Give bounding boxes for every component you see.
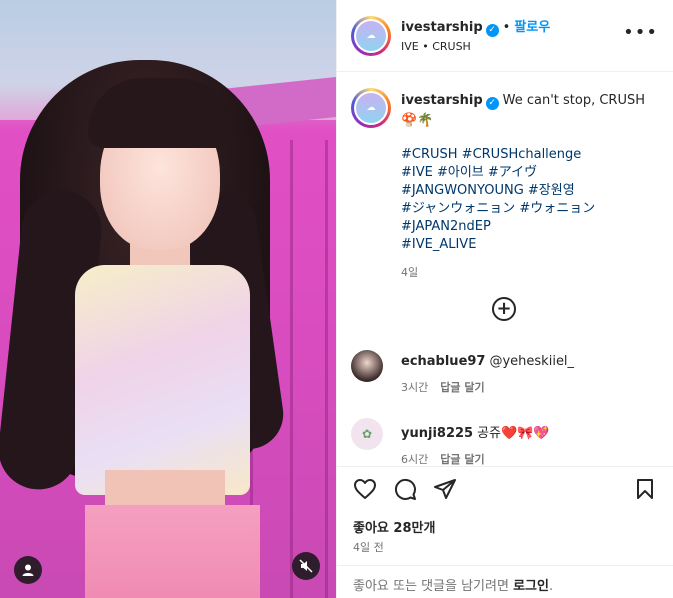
post-subtitle[interactable]: IVE • CRUSH [401,40,471,53]
person-icon [22,564,34,576]
share-button[interactable] [433,477,457,501]
post-media[interactable] [0,0,336,598]
author-avatar-image: ☁ [356,21,386,51]
header-author-row: ivestarship ✓ • 팔로우 [401,16,550,37]
caption-timestamp: 4일 [401,266,419,279]
leaf-icon: ✿ [361,427,373,441]
bookmark-icon [637,479,653,499]
hashtag-line[interactable]: #CRUSH #CRUSHchallenge [401,146,661,164]
commenter-username[interactable]: echablue97 [401,354,485,369]
author-avatar[interactable]: ☁ [351,16,391,56]
post-actions: 좋아요 28만개 4일 전 좋아요 또는 댓글을 남기려면 로그인. [337,466,673,598]
more-options-button[interactable]: ••• [623,24,658,42]
user-tag-button[interactable] [14,556,42,584]
hashtag-line[interactable]: #JANGWONYOUNG #장원영 [401,182,661,200]
like-button[interactable] [353,477,377,501]
hashtag-line[interactable]: #JAPAN2ndEP [401,218,661,236]
wall-panel-line [325,140,328,598]
login-prompt-suffix: . [548,579,554,594]
caption-emoji: 🍄🌴 [401,113,434,128]
separator-dot: • [502,20,511,35]
hashtag-line[interactable]: #IVE #아이브 #アイヴ [401,164,661,182]
commenter-username[interactable]: yunji8225 [401,426,473,441]
caption-author-avatar[interactable]: ☁ [351,88,391,128]
verified-badge-icon: ✓ [485,24,499,37]
author-username[interactable]: ivestarship [401,20,483,35]
heart-icon [354,479,376,499]
commenter-avatar[interactable]: ✿ [351,418,383,450]
post-header: ☁ ivestarship ✓ • 팔로우 IVE • CRUSH ••• [337,0,673,72]
save-button[interactable] [633,477,657,501]
comment-button[interactable] [393,477,417,501]
hashtag-line[interactable]: #ジャンウォニョン #ウォニョン [401,200,661,218]
comment-text: @yeheskiiel_ [489,354,575,369]
post-details-panel: ☁ ivestarship ✓ • 팔로우 IVE • CRUSH ••• ☁ ive… [336,0,673,598]
hashtag-line[interactable]: #IVE_ALIVE [401,236,661,254]
photo-subject-bangs [88,78,232,148]
comment-timestamp: 3시간 [401,381,429,394]
caption-text: We can't stop, CRUSH [502,93,646,108]
paper-plane-icon [434,479,456,499]
login-link[interactable]: 로그인 [513,579,549,594]
mute-button[interactable] [292,552,320,580]
reply-button[interactable]: 답글 달기 [440,381,484,394]
likes-count[interactable]: 좋아요 28만개 [353,517,435,536]
verified-badge-icon: ✓ [485,97,499,110]
load-more-comments-button[interactable]: + [492,297,516,321]
caption-author-avatar-image: ☁ [356,93,386,123]
follow-button[interactable]: 팔로우 [514,20,550,35]
speaker-muted-icon [299,559,313,573]
comment-text: 공쥬❤️🎀💖 [477,426,550,441]
comment-timestamp: 6시간 [401,453,429,466]
caption-username[interactable]: ivestarship [401,93,483,108]
wall-panel-line [290,140,293,598]
speech-bubble-icon [394,478,416,500]
post-date[interactable]: 4일 전 [353,539,384,555]
login-prompt-text: 좋아요 또는 댓글을 남기려면 [353,579,514,594]
reply-button[interactable]: 답글 달기 [440,453,484,466]
commenter-avatar[interactable] [351,350,383,382]
photo-subject-top [75,265,250,495]
photo-subject-pants [85,505,260,598]
hashtag-list: #CRUSH #CRUSHchallenge #IVE #아이브 #アイヴ #J… [401,146,661,254]
login-prompt: 좋아요 또는 댓글을 남기려면 로그인. [337,565,673,598]
